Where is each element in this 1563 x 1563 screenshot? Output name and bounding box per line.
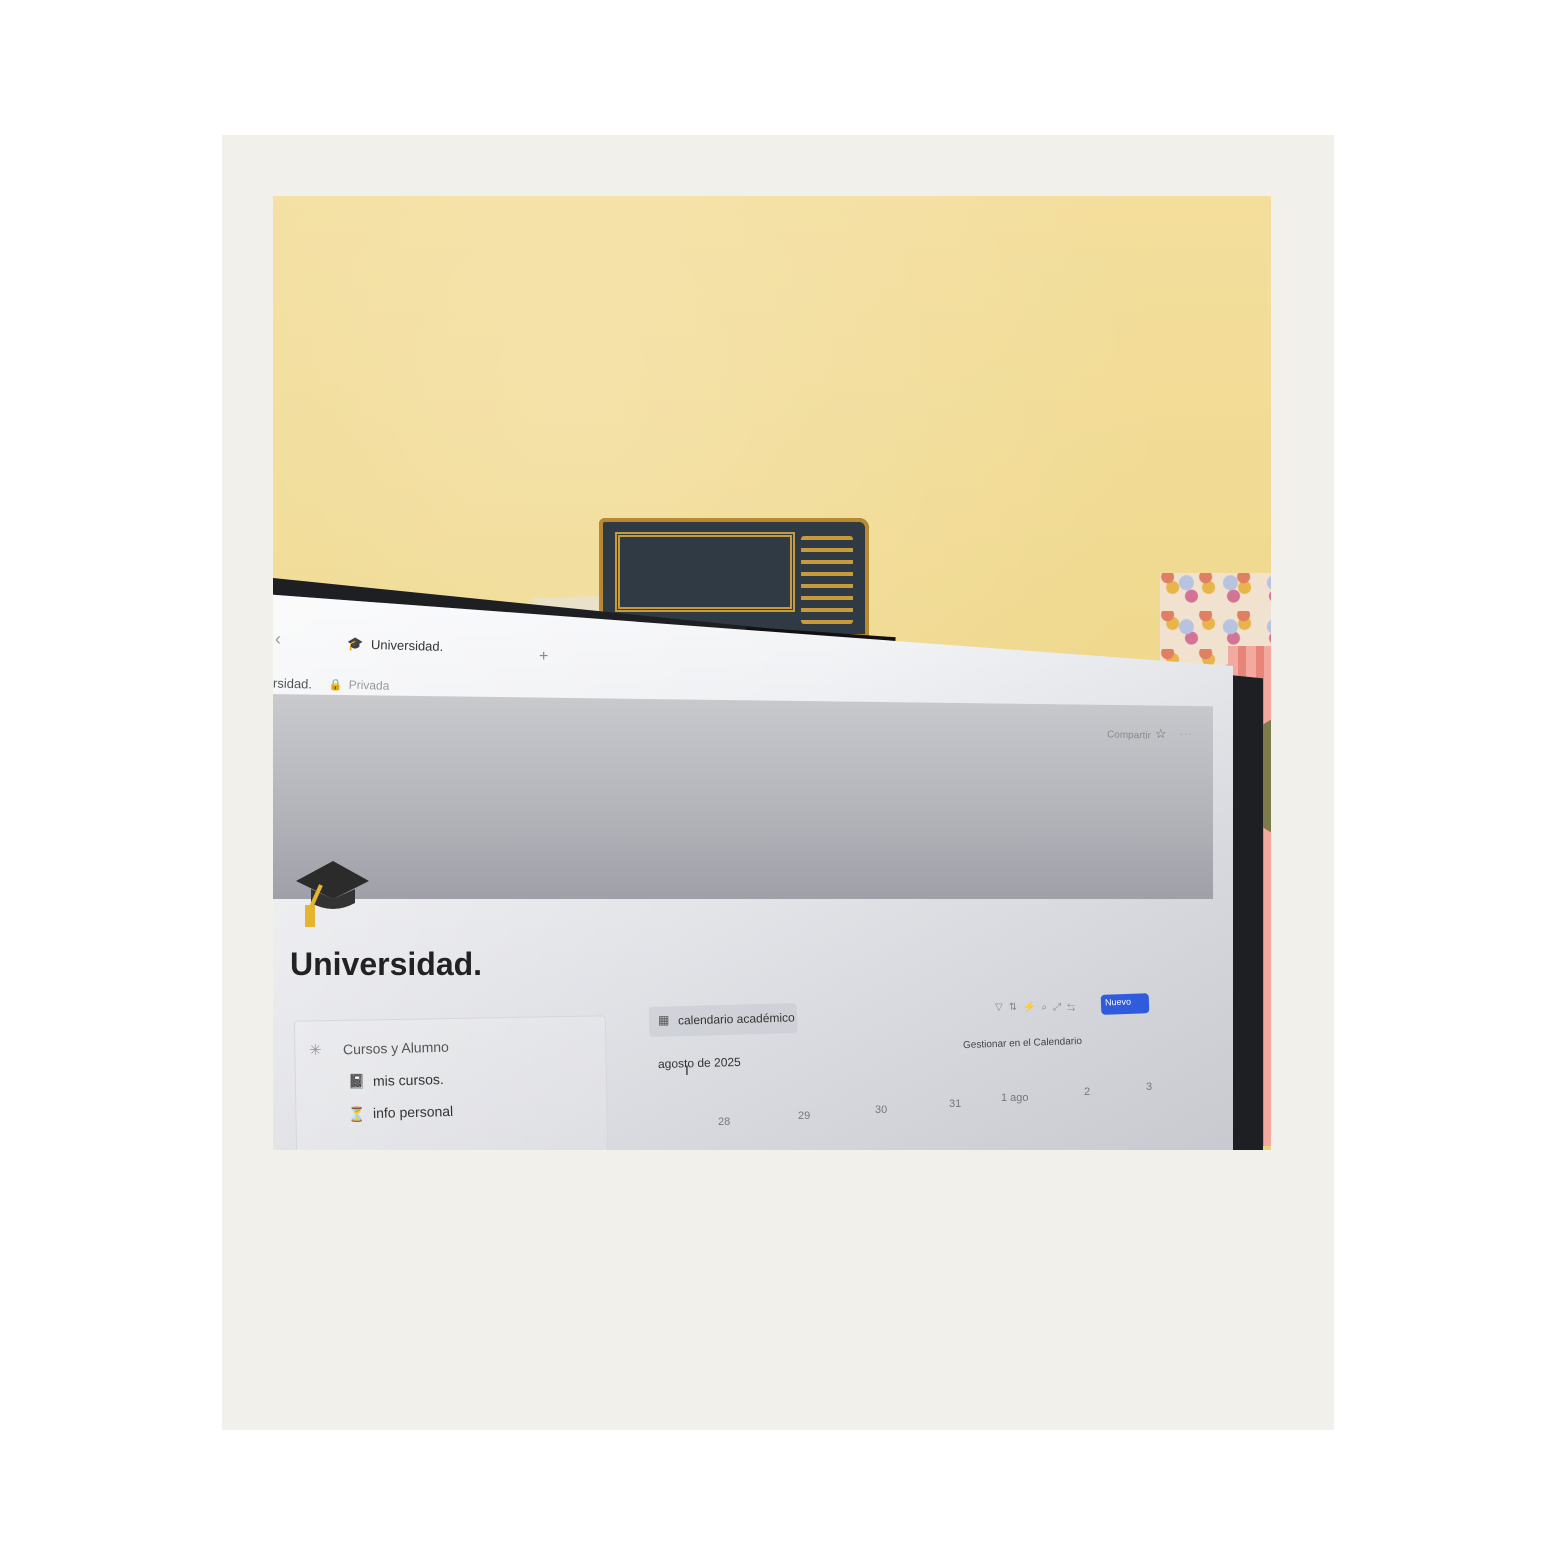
lock-icon: 🔒 bbox=[328, 679, 343, 692]
back-icon[interactable]: ‹ bbox=[275, 629, 281, 650]
text-cursor-icon: I bbox=[685, 1062, 689, 1078]
page-title: Universidad. bbox=[290, 946, 483, 982]
calendar-icon: ▦ bbox=[658, 1013, 670, 1027]
callout-box bbox=[293, 1015, 609, 1150]
graduation-cap-icon: 🎓 bbox=[347, 636, 364, 651]
link-mis-cursos[interactable]: mis cursos. bbox=[373, 1071, 444, 1089]
graduation-cap-icon bbox=[296, 861, 369, 927]
photo: ‹ 🎓 Universidad. + rsidad. 🔒 Privada Comp… bbox=[273, 196, 1271, 1150]
calendar-day[interactable]: 1 ago bbox=[1001, 1092, 1029, 1104]
calendar-day[interactable]: 28 bbox=[718, 1116, 730, 1128]
privacy-label: Privada bbox=[348, 677, 390, 693]
calendar-day[interactable]: 3 bbox=[1146, 1081, 1152, 1093]
hourglass-icon: ⏳ bbox=[348, 1106, 366, 1122]
more-icon[interactable]: ··· bbox=[1179, 726, 1192, 741]
breadcrumb[interactable]: rsidad. bbox=[273, 675, 312, 691]
share-button[interactable]: Compartir bbox=[1107, 729, 1151, 741]
calendar-day[interactable]: 30 bbox=[875, 1104, 887, 1116]
notebook-icon: 📓 bbox=[348, 1073, 366, 1089]
calendar-day[interactable]: 29 bbox=[798, 1110, 810, 1122]
tab-title[interactable]: Universidad. bbox=[371, 637, 444, 654]
link-info-personal[interactable]: info personal bbox=[373, 1103, 454, 1121]
sparkle-icon: ✳ bbox=[309, 1042, 322, 1059]
calendar-day[interactable]: 31 bbox=[949, 1098, 961, 1110]
callout-heading: Cursos y Alumno bbox=[342, 1038, 450, 1058]
new-tab-icon[interactable]: + bbox=[539, 648, 548, 666]
new-button-label: Nuevo bbox=[1104, 996, 1132, 1008]
privacy-badge[interactable]: 🔒 Privada bbox=[329, 677, 390, 693]
cover-image bbox=[273, 694, 1213, 899]
view-toolbar-icons[interactable]: ▽⇅⚡⌕⤢⇆ bbox=[995, 1002, 1081, 1013]
calendar-day[interactable]: 2 bbox=[1084, 1086, 1090, 1098]
calendar-month: agosto de 2025 bbox=[657, 1054, 741, 1072]
star-icon[interactable]: ☆ bbox=[1155, 726, 1167, 742]
